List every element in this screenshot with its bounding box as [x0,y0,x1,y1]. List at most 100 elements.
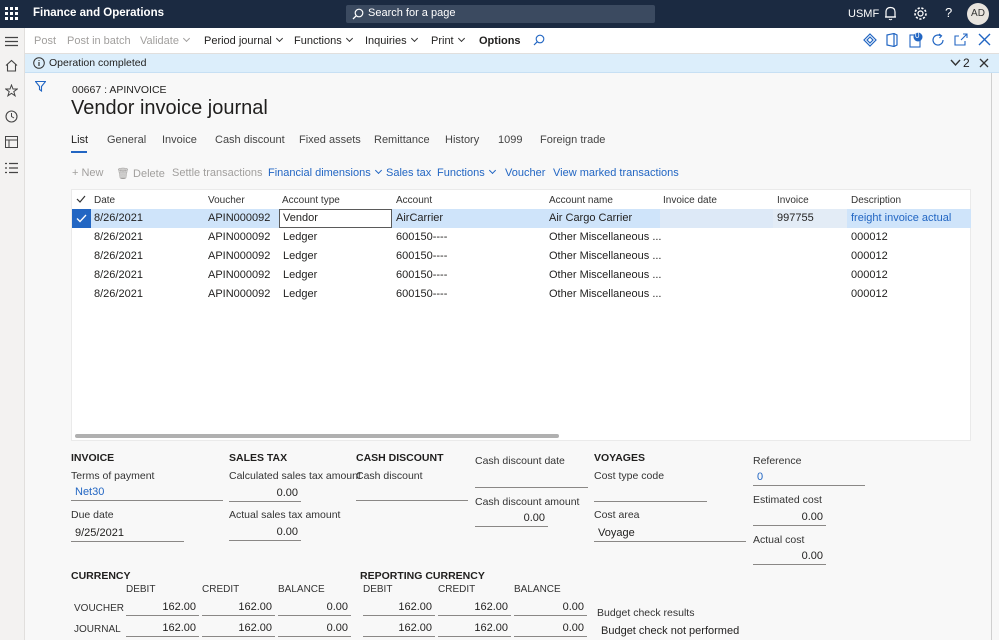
cash-discount-date-label: Cash discount date [475,455,565,467]
settle-transactions-button[interactable]: Settle transactions [172,167,263,179]
inquiries-menu[interactable]: Inquiries [365,34,418,47]
search-icon[interactable] [533,34,545,46]
column-header-account-name[interactable]: Account name [549,195,613,206]
options-tab[interactable]: Options [479,35,521,47]
sales-tax-button[interactable]: Sales tax [386,167,431,179]
select-all-check-icon[interactable] [76,195,86,203]
budget-check-results-label: Budget check results [597,607,695,619]
cell-description: 000012 [851,288,888,300]
functions-menu[interactable]: Functions [294,34,353,47]
close-icon[interactable] [979,58,989,68]
table-row[interactable]: 8/26/2021 APIN000092 Ledger 600150---- O… [72,266,971,285]
post-button[interactable]: Post [34,35,56,47]
workspaces-icon[interactable] [5,136,18,148]
reference-field[interactable]: 0 [753,470,865,486]
cell-voucher: APIN000092 [208,250,271,262]
actual-sales-tax-label: Actual sales tax amount [229,509,341,521]
calculated-sales-tax-field[interactable]: 0.00 [229,486,301,502]
delete-button[interactable]: 🗑 Delete [116,167,165,180]
cost-type-code-field[interactable] [594,486,707,502]
tab-cash-discount[interactable]: Cash discount [215,134,285,146]
column-header-voucher[interactable]: Voucher [208,195,245,206]
estimated-cost-field[interactable]: 0.00 [753,510,826,526]
column-header-date[interactable]: Date [94,195,115,206]
horizontal-scrollbar[interactable] [75,434,559,438]
tab-remittance[interactable]: Remittance [374,134,430,146]
table-row[interactable]: 8/26/2021 APIN000092 Ledger 600150---- O… [72,247,971,266]
invoice-date-cell[interactable] [660,209,773,228]
active-tab-indicator [71,151,87,153]
table-row[interactable]: 8/26/2021 APIN000092 Ledger 600150---- O… [72,285,971,304]
reporting-journal-debit: 162.00 [363,621,435,637]
help-icon[interactable]: ? [945,5,952,20]
view-marked-transactions-button[interactable]: View marked transactions [553,167,679,179]
cell-account-name: Other Miscellaneous ... [549,231,662,243]
actual-sales-tax-field[interactable]: 0.00 [229,525,301,541]
tab-list[interactable]: List [71,134,88,146]
print-menu[interactable]: Print [431,34,465,47]
chevron-down-icon [488,166,496,175]
new-button[interactable]: + New [72,167,104,179]
functions-sub-label: Functions [437,167,485,179]
due-date-field[interactable]: 9/25/2021 [71,526,184,542]
tab-general[interactable]: General [107,134,146,146]
avatar[interactable]: AD [967,3,989,25]
home-icon[interactable] [5,59,18,72]
app-name[interactable]: Finance and Operations [33,7,164,19]
gear-icon[interactable] [913,6,928,21]
cash-discount-amount-field[interactable]: 0.00 [475,511,548,527]
modules-list-icon[interactable] [5,162,18,174]
search-input[interactable]: Search for a page [346,5,655,23]
period-journal-button[interactable]: Period journal [204,34,283,47]
cell-account: 600150---- [396,288,448,300]
cash-discount-field[interactable] [356,485,468,501]
reporting-currency-heading: REPORTING CURRENCY [360,570,485,582]
reporting-credit-header: CREDIT [438,584,476,595]
post-in-batch-button[interactable]: Post in batch [67,35,131,47]
column-header-account[interactable]: Account [396,195,432,206]
row-selected-checkbox[interactable] [72,209,91,228]
column-header-account-type[interactable]: Account type [282,195,340,206]
favorites-star-icon[interactable] [5,84,18,97]
cell-account: 600150---- [396,231,448,243]
search-placeholder: Search for a page [368,7,456,19]
column-header-invoice[interactable]: Invoice [777,195,809,206]
reporting-voucher-balance: 0.00 [514,600,587,616]
reporting-journal-credit: 162.00 [438,621,511,637]
voucher-button[interactable]: Voucher [505,167,545,179]
cell-invoice: 997755 [777,212,814,224]
table-row[interactable]: 8/26/2021 APIN000092 Ledger 600150---- O… [72,228,971,247]
cash-discount-date-field[interactable] [475,472,588,488]
validate-button[interactable]: Validate [140,34,190,47]
tab-foreign-trade[interactable]: Foreign trade [540,134,605,146]
column-header-description[interactable]: Description [851,195,901,206]
table-row[interactable]: 8/26/2021 APIN000092 Vendor AirCarrier A… [72,209,971,228]
journal-debit: 162.00 [126,621,199,637]
cost-area-field[interactable]: Voyage [594,526,746,542]
refresh-icon[interactable] [931,33,945,47]
company-selector[interactable]: USMF [848,8,879,20]
cell-account-type: Vendor [283,212,318,224]
open-new-window-icon[interactable] [954,33,968,46]
column-header-invoice-date[interactable]: Invoice date [663,195,717,206]
actual-cost-field[interactable]: 0.00 [753,549,826,565]
bell-icon[interactable] [884,6,897,21]
recent-clock-icon[interactable] [5,110,18,123]
tab-fixed-assets[interactable]: Fixed assets [299,134,361,146]
functions-submenu[interactable]: Functions [437,166,496,179]
action-pane: Post Post in batch Validate Period journ… [25,28,999,54]
tab-history[interactable]: History [445,134,479,146]
financial-dimensions-menu[interactable]: Financial dimensions [268,166,382,179]
hamburger-icon[interactable] [5,36,18,47]
vertical-scrollbar[interactable] [991,73,999,640]
chevron-down-icon[interactable] [950,59,961,67]
tab-invoice[interactable]: Invoice [162,134,197,146]
office-icon[interactable] [886,33,898,47]
power-apps-icon[interactable] [863,33,877,47]
app-launcher-icon[interactable] [5,7,18,20]
invoice-heading: INVOICE [71,452,115,464]
filter-icon[interactable] [35,81,46,92]
tab-1099[interactable]: 1099 [498,134,522,146]
terms-of-payment-field[interactable]: Net30 [71,485,223,501]
close-icon[interactable] [978,33,991,46]
